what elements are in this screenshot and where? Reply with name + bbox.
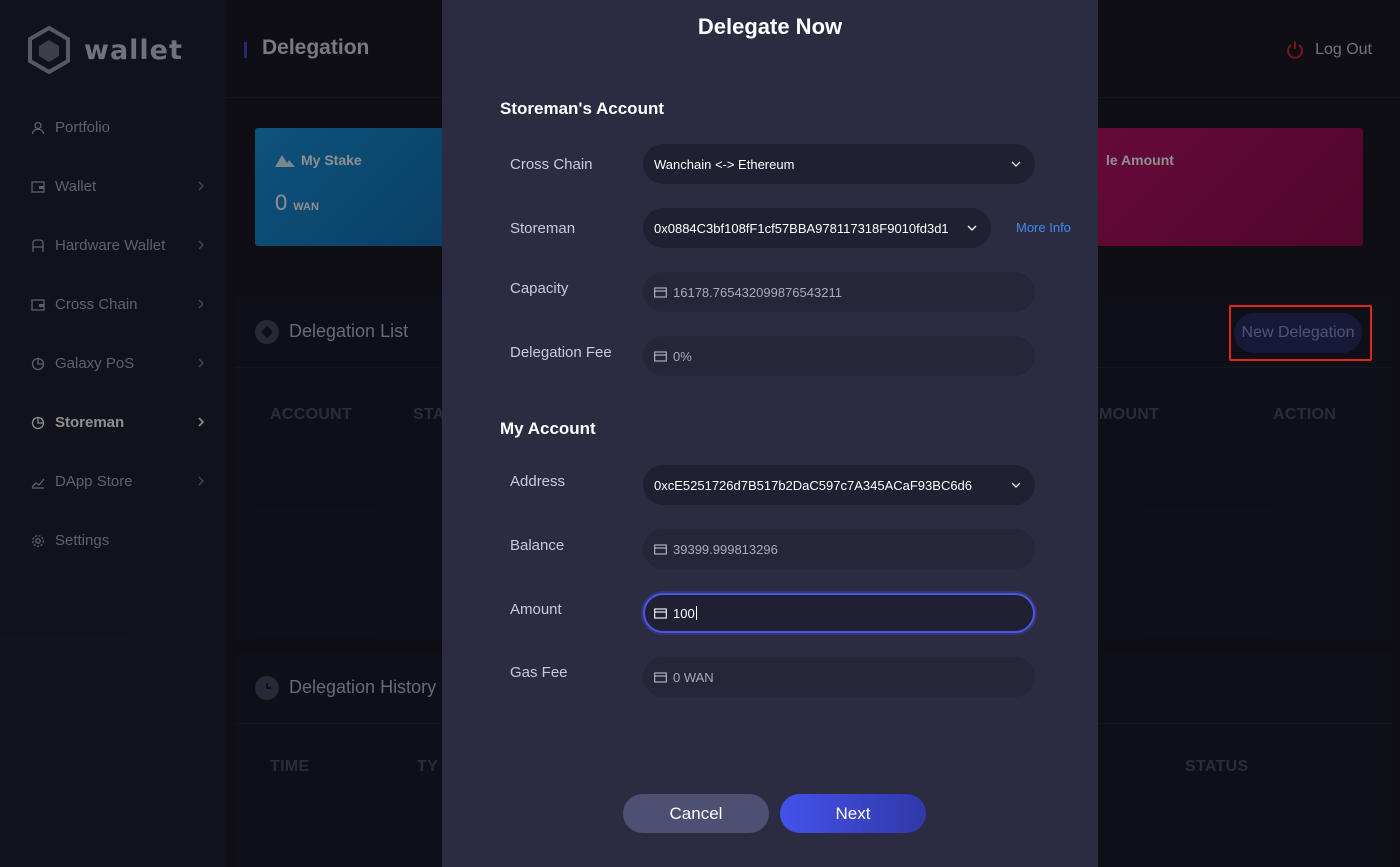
amount-label: Amount: [510, 601, 562, 618]
cancel-button[interactable]: Cancel: [623, 794, 769, 833]
cross-chain-label: Cross Chain: [510, 156, 593, 173]
delegation-fee-value: 0%: [673, 348, 692, 364]
cross-chain-select[interactable]: Wanchain <-> Ethereum: [643, 144, 1035, 184]
card-icon: [654, 671, 667, 683]
storeman-select[interactable]: 0x0884C3bf108fF1cf57BBA978117318F9010fd3…: [643, 208, 991, 248]
delegation-fee-field: 0%: [643, 336, 1035, 376]
modal-title: Delegate Now: [697, 14, 843, 39]
balance-field: 39399.999813296: [643, 529, 1035, 569]
capacity-value: 16178.765432099876543211: [673, 284, 842, 300]
address-select[interactable]: 0xcE5251726d7B517b2DaC597c7A345ACaF93BC6…: [643, 465, 1035, 505]
chevron-down-icon: [1011, 482, 1021, 488]
card-icon: [654, 286, 667, 298]
delegation-fee-label: Delegation Fee: [510, 344, 612, 361]
my-account-heading: My Account: [500, 419, 596, 438]
balance-value: 39399.999813296: [673, 541, 778, 557]
delegate-modal: Delegate Now Storeman's Account Cross Ch…: [442, 0, 1098, 867]
storeman-label: Storeman: [510, 220, 576, 237]
text-cursor: [695, 606, 697, 620]
capacity-label: Capacity: [510, 280, 569, 297]
chevron-down-icon: [1011, 161, 1021, 167]
card-icon: [654, 543, 667, 555]
amount-value: 100: [673, 605, 695, 621]
amount-input[interactable]: 100: [643, 593, 1035, 633]
gas-fee-value: 0 WAN: [673, 669, 714, 685]
storeman-account-heading: Storeman's Account: [500, 99, 664, 118]
gas-fee-field: 0 WAN: [643, 657, 1035, 697]
address-label: Address: [510, 473, 566, 490]
balance-label: Balance: [510, 537, 565, 554]
annotation-highlight-box: [1229, 305, 1372, 361]
cross-chain-value: Wanchain <-> Ethereum: [654, 156, 795, 172]
chevron-down-icon: [967, 225, 977, 231]
card-icon: [654, 607, 667, 619]
card-icon: [654, 350, 667, 362]
capacity-field: 16178.765432099876543211: [643, 272, 1035, 312]
next-button[interactable]: Next: [780, 794, 926, 833]
address-value: 0xcE5251726d7B517b2DaC597c7A345ACaF93BC6…: [654, 477, 973, 493]
more-info-link[interactable]: More Info: [1016, 220, 1071, 235]
storeman-value: 0x0884C3bf108fF1cf57BBA978117318F9010fd3…: [654, 220, 949, 236]
gas-fee-label: Gas Fee: [510, 664, 568, 681]
